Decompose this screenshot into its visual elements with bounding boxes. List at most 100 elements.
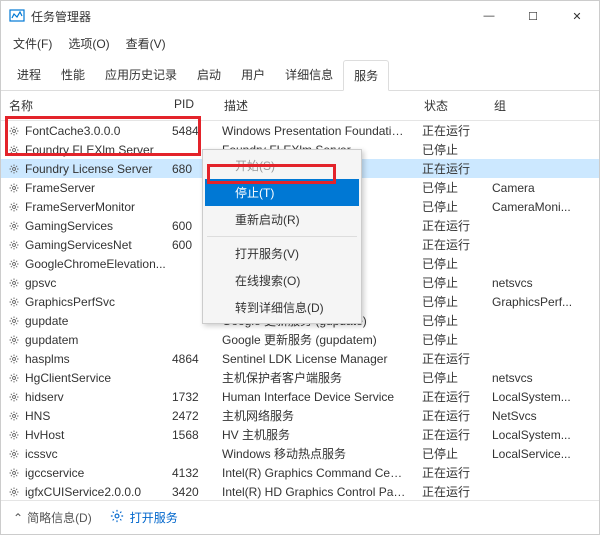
tab-5[interactable]: 详细信息 (275, 60, 343, 90)
menubar: 文件(F) 选项(O) 查看(V) (1, 31, 599, 56)
table-row[interactable]: icssvcWindows 移动热点服务已停止LocalService... (1, 444, 599, 463)
service-status: 正在运行 (416, 481, 486, 502)
table-row[interactable]: HNS2472主机网络服务正在运行NetSvcs (1, 406, 599, 425)
tab-3[interactable]: 启动 (187, 60, 231, 90)
context-menu: 开始(S) 停止(T) 重新启动(R) 打开服务(V) 在线搜索(O) 转到详细… (202, 149, 362, 324)
service-pid: 4864 (166, 350, 216, 368)
footer: ⌃ 简略信息(D) 打开服务 (1, 500, 599, 534)
service-name: Foundry FLEXlm Server (25, 143, 154, 157)
brief-info-toggle[interactable]: ⌃ 简略信息(D) (13, 509, 92, 526)
gear-icon (7, 352, 21, 366)
service-group (486, 243, 599, 247)
service-desc: HV 主机服务 (216, 424, 416, 445)
service-name: gupdatem (25, 333, 78, 347)
service-status: 正在运行 (416, 158, 486, 179)
service-pid: 1568 (166, 426, 216, 444)
service-name: GamingServices (25, 219, 113, 233)
chevron-up-icon: ⌃ (13, 511, 23, 525)
gear-icon (7, 238, 21, 252)
service-group (486, 471, 599, 475)
gear-icon (7, 447, 21, 461)
service-group: LocalSystem... (486, 388, 599, 406)
maximize-button[interactable]: ☐ (511, 1, 555, 31)
table-row[interactable]: HvHost1568HV 主机服务正在运行LocalSystem... (1, 425, 599, 444)
header-desc[interactable]: 描述 (216, 91, 416, 120)
gear-icon (7, 333, 21, 347)
service-group (486, 224, 599, 228)
gear-icon (7, 466, 21, 480)
gear-icon (7, 428, 21, 442)
header-status[interactable]: 状态 (416, 91, 486, 120)
table-row[interactable]: FontCache3.0.0.05484Windows Presentation… (1, 121, 599, 140)
service-name: igccservice (25, 466, 84, 480)
menu-file[interactable]: 文件(F) (7, 33, 58, 54)
gear-icon (7, 143, 21, 157)
tab-6[interactable]: 服务 (343, 60, 389, 91)
header-pid[interactable]: PID (166, 91, 216, 120)
service-group: netsvcs (486, 369, 599, 387)
service-group (486, 262, 599, 266)
service-status: 已停止 (416, 196, 486, 217)
menu-view[interactable]: 查看(V) (120, 33, 172, 54)
service-name: gupdate (25, 314, 68, 328)
service-name: gpsvc (25, 276, 56, 290)
service-status: 已停止 (416, 291, 486, 312)
gear-icon (7, 200, 21, 214)
cm-open-services[interactable]: 打开服务(V) (205, 240, 359, 267)
brief-info-label: 简略信息(D) (27, 509, 92, 526)
cm-goto-details[interactable]: 转到详细信息(D) (205, 294, 359, 321)
service-status: 已停止 (416, 310, 486, 331)
service-group: LocalSystem... (486, 426, 599, 444)
service-status: 已停止 (416, 272, 486, 293)
table-row[interactable]: hasplms4864Sentinel LDK License Manager正… (1, 349, 599, 368)
service-desc: Intel(R) Graphics Command Cent... (216, 464, 416, 482)
service-desc: 主机保护者客户端服务 (216, 367, 416, 388)
service-group (486, 319, 599, 323)
service-pid: 2472 (166, 407, 216, 425)
column-headers: 名称 PID 描述 状态 组 (1, 91, 599, 121)
window-controls: — ☐ ✕ (467, 1, 599, 31)
header-group[interactable]: 组 (486, 91, 599, 120)
minimize-button[interactable]: — (467, 1, 511, 31)
cm-stop[interactable]: 停止(T) (205, 179, 359, 206)
service-name: HgClientService (25, 371, 111, 385)
service-group: GraphicsPerf... (486, 293, 599, 311)
service-pid (166, 376, 216, 380)
service-status: 正在运行 (416, 215, 486, 236)
service-status: 正在运行 (416, 462, 486, 483)
tabs: 进程性能应用历史记录启动用户详细信息服务 (1, 60, 599, 91)
close-button[interactable]: ✕ (555, 1, 599, 31)
service-name: Foundry License Server (25, 162, 152, 176)
service-group (486, 338, 599, 342)
service-name: FrameServerMonitor (25, 200, 135, 214)
service-desc: Google 更新服务 (gupdatem) (216, 329, 416, 350)
table-row[interactable]: igccservice4132Intel(R) Graphics Command… (1, 463, 599, 482)
tab-1[interactable]: 性能 (51, 60, 95, 90)
gear-icon (7, 219, 21, 233)
cm-separator (207, 236, 357, 237)
cm-restart[interactable]: 重新启动(R) (205, 206, 359, 233)
service-desc: Windows Presentation Foundatio... (216, 122, 416, 140)
service-pid: 5484 (166, 122, 216, 140)
gear-icon (7, 314, 21, 328)
service-status: 正在运行 (416, 234, 486, 255)
service-group (486, 490, 599, 494)
menu-options[interactable]: 选项(O) (62, 33, 115, 54)
service-name: HNS (25, 409, 50, 423)
table-row[interactable]: igfxCUIService2.0.0.03420Intel(R) HD Gra… (1, 482, 599, 501)
tab-4[interactable]: 用户 (231, 60, 275, 90)
table-row[interactable]: gupdatemGoogle 更新服务 (gupdatem)已停止 (1, 330, 599, 349)
cm-search-online[interactable]: 在线搜索(O) (205, 267, 359, 294)
service-name: hasplms (25, 352, 70, 366)
table-row[interactable]: hidserv1732Human Interface Device Servic… (1, 387, 599, 406)
service-name: hidserv (25, 390, 64, 404)
service-pid (166, 338, 216, 342)
service-name: icssvc (25, 447, 58, 461)
header-name[interactable]: 名称 (1, 91, 166, 120)
service-status: 正在运行 (416, 386, 486, 407)
table-row[interactable]: HgClientService主机保护者客户端服务已停止netsvcs (1, 368, 599, 387)
tab-0[interactable]: 进程 (7, 60, 51, 90)
open-services-link[interactable]: 打开服务 (110, 509, 178, 526)
tab-2[interactable]: 应用历史记录 (95, 60, 187, 90)
gear-icon (7, 276, 21, 290)
